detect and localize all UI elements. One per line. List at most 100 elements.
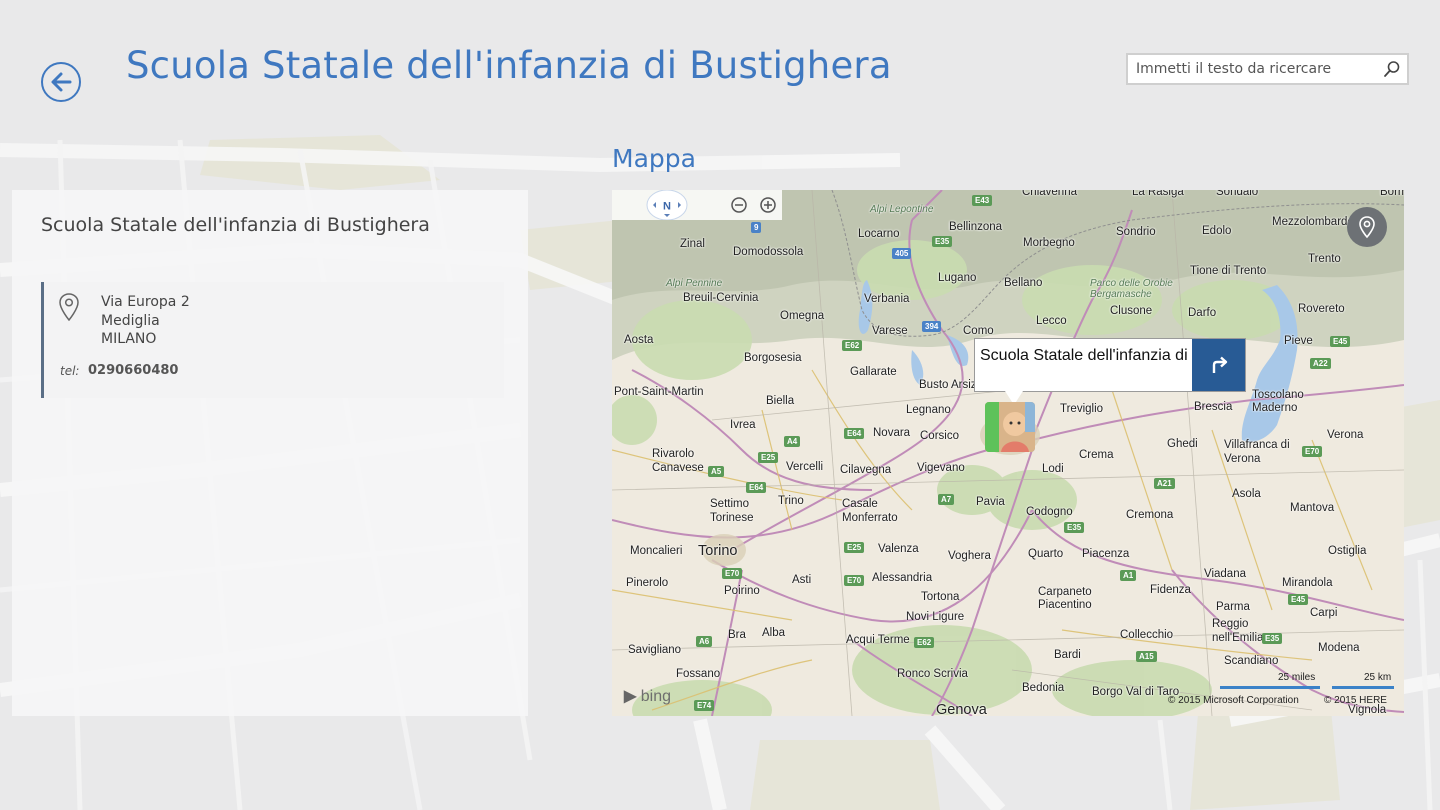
map-label: Bedonia	[1022, 682, 1065, 694]
map-label: Viadana	[1204, 568, 1246, 580]
map-label: Pavia	[976, 496, 1005, 508]
map-label: Mirandola	[1282, 577, 1333, 589]
map-label: Collecchio	[1120, 629, 1174, 641]
map-label: Trino	[778, 495, 804, 507]
map-label: Omegna	[780, 310, 825, 322]
zoom-in-button[interactable]	[759, 196, 777, 214]
bing-icon: ▶	[624, 688, 637, 705]
map-label: Mantova	[1290, 502, 1335, 514]
map-label: Pont-Saint-Martin	[614, 386, 704, 398]
location-callout[interactable]: Scuola Statale dell'infanzia di	[974, 338, 1246, 392]
road-shield: A6	[696, 636, 713, 647]
scale-bar-km	[1332, 686, 1394, 689]
road-shield: 405	[892, 248, 912, 259]
map-label: Varese	[872, 325, 908, 337]
road-shield: E25	[758, 452, 779, 463]
road-shield: E74	[694, 700, 715, 711]
locate-me-button[interactable]	[1347, 207, 1387, 247]
map-label: Casale Monferrato	[842, 498, 898, 524]
map-label: Carpaneto Piacentino	[1038, 586, 1092, 611]
map-heading: Mappa	[612, 144, 696, 173]
road-shield: E70	[844, 575, 865, 586]
map-label: Codogno	[1026, 506, 1073, 518]
locate-me-icon	[1359, 216, 1375, 239]
map-label: Biella	[766, 395, 795, 407]
compass-icon: N	[646, 190, 688, 221]
map-label: Asti	[792, 574, 812, 586]
map-label: Morbegno	[1023, 237, 1075, 249]
map-label: Voghera	[948, 550, 991, 562]
address-city: Mediglia	[101, 313, 160, 329]
search-button[interactable]	[1383, 60, 1403, 80]
road-shield: E64	[746, 482, 767, 493]
map-label: Bellano	[1004, 277, 1043, 289]
road-shield: 9	[751, 222, 762, 233]
address-province: MILANO	[101, 331, 157, 347]
road-shield: E45	[1288, 594, 1309, 605]
compass-button[interactable]: N	[645, 190, 689, 221]
road-shield: E43	[972, 195, 993, 206]
map-label: Alessandria	[872, 572, 933, 584]
map-label: Cilavegna	[840, 464, 892, 476]
map-label: Mezzolombardo	[1272, 216, 1354, 228]
map-label: Zinal	[680, 238, 705, 250]
map-label: Lugano	[938, 272, 977, 284]
road-shield: E70	[1302, 446, 1323, 457]
map-label: Locarno	[858, 228, 900, 240]
map-label: Villafranca di Verona	[1224, 439, 1290, 465]
map-label: Parma	[1216, 601, 1250, 613]
map-label: Settimo Torinese	[710, 498, 754, 524]
road-shield: 394	[922, 321, 942, 332]
road-shield: A21	[1154, 478, 1175, 489]
map-label: Borgo Val di Taro	[1092, 686, 1180, 698]
map-label: Fidenza	[1150, 584, 1191, 596]
road-shield: E25	[844, 542, 865, 553]
map-label: Sondrio	[1116, 226, 1156, 238]
map-label: Acqui Terme	[846, 634, 910, 646]
back-arrow-icon	[51, 72, 72, 92]
map-label: Bormio	[1380, 190, 1404, 198]
map-label: Moncalieri	[630, 545, 683, 557]
map-view[interactable]: Chiavenna La Rasiga Sondalo Bormio Alpi …	[612, 190, 1404, 716]
tel-value[interactable]: 0290660480	[88, 363, 178, 378]
road-shield: E64	[844, 428, 865, 439]
map-label: Edolo	[1202, 225, 1232, 237]
map-label: Rovereto	[1298, 303, 1345, 315]
road-shield: E35	[1064, 522, 1085, 533]
tel-label: tel:	[60, 364, 80, 378]
map-label: Piacenza	[1082, 548, 1130, 560]
zoom-out-button[interactable]	[730, 196, 748, 214]
map-label: Savigliano	[628, 644, 682, 656]
map-label: Pieve	[1284, 335, 1313, 347]
map-label: Fossano	[676, 668, 721, 680]
map-label: Bra	[728, 629, 746, 641]
map-label: Treviglio	[1060, 403, 1104, 415]
map-label: Vigevano	[917, 462, 965, 474]
map-label: Borgosesia	[744, 352, 802, 364]
school-photo-pushpin[interactable]	[985, 402, 1035, 452]
map-label: Domodossola	[733, 246, 804, 258]
copyright-here: © 2015 HERE	[1324, 695, 1387, 706]
directions-button[interactable]	[1192, 339, 1245, 391]
map-label: Alba	[762, 627, 786, 639]
map-label: Genova	[936, 702, 987, 716]
road-shield: A1	[1120, 570, 1137, 581]
map-label: Crema	[1079, 449, 1114, 461]
scale-miles-label: 25 miles	[1278, 672, 1316, 683]
map-label: Verbania	[864, 293, 910, 305]
directions-arrow-icon	[1212, 356, 1227, 373]
search-input[interactable]	[1128, 55, 1394, 83]
callout-title: Scuola Statale dell'infanzia di	[980, 347, 1188, 364]
map-label: Carpi	[1310, 607, 1338, 619]
map-label: Ronco Scrivia	[897, 668, 968, 680]
map-label: Parco delle Orobie Bergamasche	[1090, 278, 1173, 300]
details-panel: Scuola Statale dell'infanzia di Bustighe…	[12, 190, 528, 716]
back-button[interactable]	[41, 62, 81, 102]
map-label: Ivrea	[730, 419, 756, 431]
map-label: La Rasiga	[1132, 190, 1184, 198]
road-shield: A7	[938, 494, 955, 505]
map-label: Tortona	[921, 591, 960, 603]
map-label: Trento	[1308, 253, 1341, 265]
map-label: Quarto	[1028, 548, 1064, 560]
map-label: Tione di Trento	[1190, 265, 1267, 277]
